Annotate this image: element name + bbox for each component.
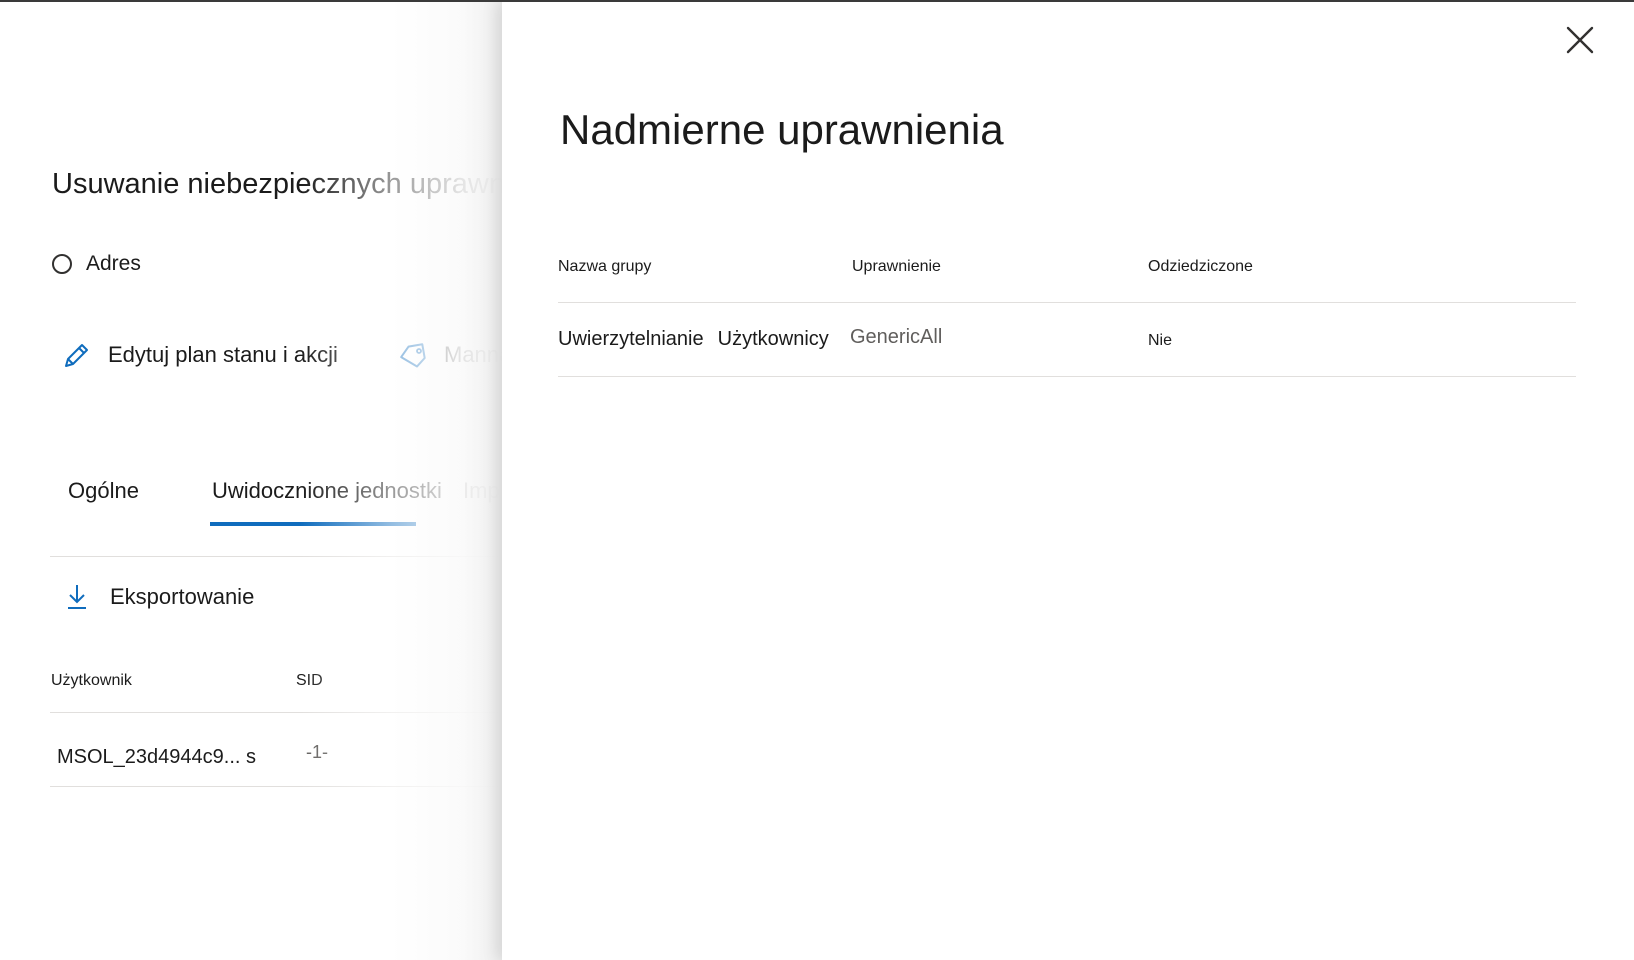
column-header-permission[interactable]: Uprawnienie [852,258,941,276]
table-cell-user[interactable]: MSOL_23d4944c9... s [57,746,256,769]
radio-button[interactable] [52,254,72,274]
address-radio-row[interactable]: Adres [52,252,141,276]
column-header-group-name[interactable]: Nazwa grupy [558,258,651,276]
download-icon [64,582,94,612]
tab-imp[interactable]: Imp [463,478,500,504]
close-button[interactable] [1560,20,1600,60]
panel-title: Nadmierne uprawnienia [560,106,1004,153]
close-icon [1566,26,1594,54]
table-cell-inherited: Nie [1148,332,1173,349]
column-header-sid[interactable]: SID [296,672,323,690]
tab-general[interactable]: Ogólne [68,478,139,504]
panel-table-row-divider [558,376,1576,377]
panel-table-header-divider [558,302,1576,303]
edit-plan-button[interactable]: Edytuj plan stanu i akcji [62,340,338,370]
selected-tab-indicator [210,522,416,526]
column-header-inherited[interactable]: Odziedziczone [1148,258,1253,276]
excessive-permissions-panel: Nadmierne uprawnienia Nazwa grupy Uprawn… [502,2,1634,960]
pencil-icon [62,340,92,370]
group-name-part1: Uwierzytelnianie [558,328,704,350]
table-cell-permission: GenericAll [850,326,943,348]
page-title: Usuwanie niebezpiecznych uprawnień [52,168,544,200]
group-name-part2: Użytkownicy [717,328,829,350]
tag-icon [398,340,428,370]
column-header-user[interactable]: Użytkownik [51,672,132,690]
top-border [0,0,1634,2]
radio-label: Adres [86,252,141,275]
table-row-divider [50,786,510,787]
export-label: Eksportowanie [110,584,255,609]
manage-tags-button[interactable]: Manna [398,340,511,370]
tabs-divider [50,556,510,557]
edit-plan-label: Edytuj plan stanu i akcji [108,342,338,367]
table-cell-sid: -1- [306,742,328,762]
tab-exposed-entities[interactable]: Uwidocznione jednostki [212,478,442,504]
table-cell-group-name: Uwierzytelnianie Użytkownicy [558,328,829,351]
page: Usuwanie niebezpiecznych uprawnień Adres… [0,0,1634,960]
export-button[interactable]: Eksportowanie [64,582,254,612]
table-header-divider [50,712,510,713]
